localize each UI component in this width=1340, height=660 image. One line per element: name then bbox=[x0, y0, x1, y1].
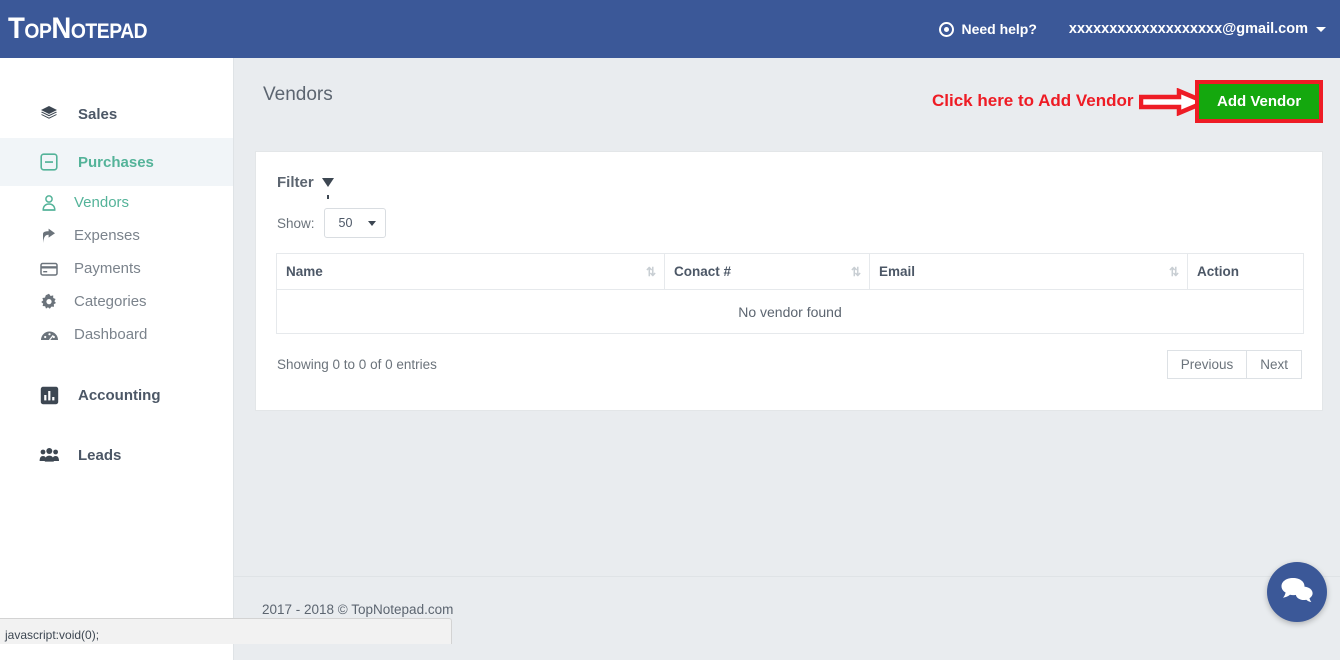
need-help-link[interactable]: Need help? bbox=[939, 21, 1037, 37]
column-label: Name bbox=[286, 264, 323, 279]
column-header-email[interactable]: Email ⇅ bbox=[869, 253, 1188, 290]
show-label: Show: bbox=[277, 215, 315, 231]
sidebar-item-dashboard[interactable]: Dashboard bbox=[0, 318, 233, 351]
table-header: Name ⇅ Conact # ⇅ Email ⇅ Action bbox=[276, 253, 1304, 290]
need-help-label: Need help? bbox=[961, 21, 1037, 37]
pagination: Previous Next bbox=[1166, 350, 1302, 379]
column-label: Action bbox=[1197, 264, 1239, 279]
filter-toggle[interactable]: Filter bbox=[256, 152, 1322, 199]
column-label: Conact # bbox=[674, 264, 732, 279]
header-right-group: Need help? xxxxxxxxxxxxxxxxxxx@gmail.com bbox=[939, 21, 1326, 37]
main-content: Vendors Click here to Add Vendor Add Ven… bbox=[234, 58, 1340, 660]
vendors-panel: Filter Show: 50 Name ⇅ Conact # ⇅ Email … bbox=[255, 151, 1323, 411]
chevron-down-icon bbox=[367, 220, 376, 226]
purchases-submenu: Vendors Expenses Payments Categories Das… bbox=[0, 186, 233, 351]
lifering-icon bbox=[939, 21, 955, 37]
funnel-icon bbox=[321, 178, 334, 199]
table-header-row: Name ⇅ Conact # ⇅ Email ⇅ Action bbox=[276, 253, 1304, 290]
sidebar-item-vendors[interactable]: Vendors bbox=[0, 186, 233, 219]
sort-updown-icon: ⇅ bbox=[850, 264, 861, 279]
sidebar-item-purchases[interactable]: Purchases bbox=[0, 138, 233, 186]
user-account-menu[interactable]: xxxxxxxxxxxxxxxxxxx@gmail.com bbox=[1069, 21, 1326, 37]
column-header-name[interactable]: Name ⇅ bbox=[276, 253, 665, 290]
top-header-bar: TopNotepad Need help? xxxxxxxxxxxxxxxxxx… bbox=[0, 0, 1340, 58]
filter-label: Filter bbox=[277, 174, 314, 191]
show-entries-select[interactable]: 50 bbox=[323, 208, 386, 238]
sidebar-item-label: Purchases bbox=[78, 153, 154, 171]
entries-info: Showing 0 to 0 of 0 entries bbox=[277, 357, 437, 372]
layers-icon bbox=[38, 104, 60, 124]
share-arrow-icon bbox=[38, 227, 60, 245]
show-entries-row: Show: 50 bbox=[256, 191, 1322, 238]
previous-page-button[interactable]: Previous bbox=[1166, 350, 1248, 379]
user-email-label: xxxxxxxxxxxxxxxxxxx@gmail.com bbox=[1068, 21, 1308, 37]
column-header-action: Action bbox=[1187, 253, 1304, 290]
column-label: Email bbox=[879, 264, 916, 279]
sidebar-item-sales[interactable]: Sales bbox=[0, 90, 233, 138]
chat-widget-button[interactable] bbox=[1267, 562, 1327, 622]
users-group-icon bbox=[38, 447, 60, 463]
table-body: No vendor found bbox=[276, 289, 1304, 334]
user-vendor-icon bbox=[38, 194, 60, 212]
sidebar-nav: Sales Purchases Vendors Expenses Payment… bbox=[0, 58, 234, 660]
sidebar-item-accounting[interactable]: Accounting bbox=[0, 371, 233, 419]
copyright-text: 2017 - 2018 © TopNotepad.com bbox=[262, 602, 454, 617]
sidebar-item-categories[interactable]: Categories bbox=[0, 285, 233, 318]
sort-updown-icon: ⇅ bbox=[1168, 264, 1179, 279]
sidebar-subitem-label: Expenses bbox=[74, 227, 140, 244]
sidebar-item-label: Accounting bbox=[78, 386, 161, 404]
sidebar-subitem-label: Categories bbox=[74, 293, 147, 310]
caret-down-icon bbox=[1316, 26, 1326, 32]
bar-chart-icon bbox=[38, 386, 60, 405]
empty-message: No vendor found bbox=[276, 289, 1304, 334]
sidebar-subitem-label: Dashboard bbox=[74, 326, 148, 343]
gear-icon bbox=[38, 293, 60, 311]
column-header-contact[interactable]: Conact # ⇅ bbox=[664, 253, 870, 290]
sidebar-item-payments[interactable]: Payments bbox=[0, 252, 233, 285]
chat-bubbles-icon bbox=[1280, 576, 1314, 609]
speedometer-icon bbox=[38, 327, 60, 343]
sidebar-subitem-label: Vendors bbox=[74, 194, 130, 211]
sidebar-item-leads[interactable]: Leads bbox=[0, 431, 233, 479]
show-entries-value: 50 bbox=[338, 216, 353, 230]
minus-square-icon bbox=[38, 153, 60, 171]
annotation-label: Click here to Add Vendor bbox=[932, 91, 1134, 110]
page-title: Vendors bbox=[263, 84, 333, 105]
sidebar-item-label: Sales bbox=[78, 105, 118, 123]
table-footer: Showing 0 to 0 of 0 entries Previous Nex… bbox=[256, 334, 1322, 379]
page-header: Vendors Click here to Add Vendor Add Ven… bbox=[234, 58, 1340, 138]
next-page-button[interactable]: Next bbox=[1247, 350, 1302, 379]
app-window: TopNotepad Need help? xxxxxxxxxxxxxxxxxx… bbox=[0, 0, 1340, 660]
vendors-table: Name ⇅ Conact # ⇅ Email ⇅ Action No vend… bbox=[276, 253, 1304, 334]
sidebar-subitem-label: Payments bbox=[74, 260, 141, 277]
sidebar-item-label: Leads bbox=[78, 446, 122, 464]
table-empty-row: No vendor found bbox=[276, 289, 1304, 334]
add-vendor-button[interactable]: Add Vendor bbox=[1199, 84, 1320, 119]
status-url: javascript:void(0); bbox=[5, 627, 100, 642]
credit-card-icon bbox=[38, 261, 60, 277]
browser-status-bar: javascript:void(0); bbox=[0, 618, 452, 644]
sort-updown-icon: ⇅ bbox=[645, 264, 656, 279]
add-vendor-highlight-box: Add Vendor bbox=[1195, 80, 1324, 123]
app-logo[interactable]: TopNotepad bbox=[8, 12, 148, 46]
sidebar-item-expenses[interactable]: Expenses bbox=[0, 219, 233, 252]
